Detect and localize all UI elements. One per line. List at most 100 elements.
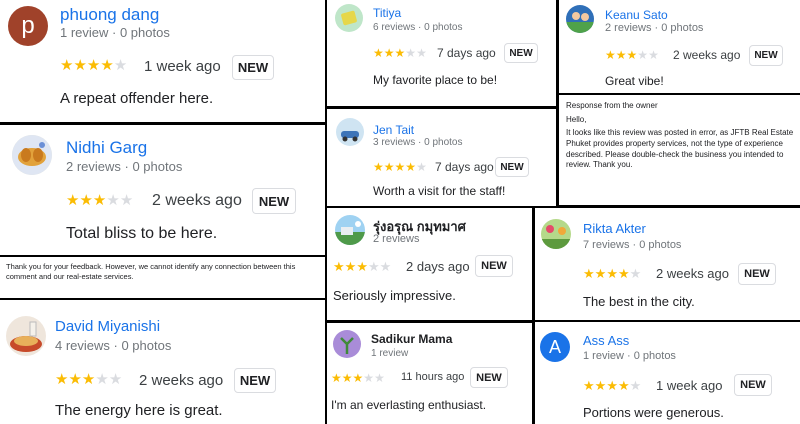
star-filled-icon: ★ bbox=[60, 57, 74, 74]
star-empty-icon: ★ bbox=[119, 192, 134, 209]
star-rating: ★★★★★ bbox=[60, 58, 127, 73]
review-card: David Miyanishi 4 reviews · 0 photos ★★★… bbox=[0, 300, 325, 424]
star-empty-icon: ★ bbox=[629, 378, 642, 393]
new-badge: NEW bbox=[252, 188, 296, 214]
new-badge: NEW bbox=[734, 374, 772, 396]
review-time: 2 days ago bbox=[406, 259, 470, 274]
review-card: Titiya 6 reviews · 0 photos ★★★★★ 7 days… bbox=[327, 0, 556, 106]
review-text: I'm an everlasting enthusiast. bbox=[331, 398, 487, 412]
star-empty-icon: ★ bbox=[416, 46, 427, 60]
reviewer-name[interactable]: Sadikur Mama bbox=[371, 332, 452, 346]
plant-avatar-icon[interactable] bbox=[333, 330, 361, 358]
reviewer-stats: 1 review bbox=[371, 348, 409, 359]
reviewer-stats: 2 reviews · 0 photos bbox=[66, 159, 183, 174]
star-filled-icon: ★ bbox=[333, 259, 345, 274]
new-badge: NEW bbox=[738, 263, 776, 285]
star-filled-icon: ★ bbox=[73, 57, 87, 74]
star-empty-icon: ★ bbox=[379, 259, 392, 274]
star-filled-icon: ★ bbox=[373, 160, 384, 174]
food-photo-icon[interactable] bbox=[6, 316, 46, 356]
reviewer-name[interactable]: Nidhi Garg bbox=[66, 138, 147, 158]
star-filled-icon: ★ bbox=[383, 46, 395, 60]
reviewer-name[interactable]: Titiya bbox=[373, 6, 401, 20]
new-badge: NEW bbox=[504, 43, 538, 63]
review-text: Worth a visit for the staff! bbox=[373, 184, 506, 198]
star-empty-icon: ★ bbox=[405, 46, 417, 60]
star-filled-icon: ★ bbox=[373, 46, 384, 60]
reviewer-name[interactable]: Jen Tait bbox=[373, 123, 414, 137]
review-card: Sadikur Mama 1 review ★★★★★ 11 hours ago… bbox=[327, 323, 532, 424]
review-time: 1 week ago bbox=[144, 58, 221, 75]
star-empty-icon: ★ bbox=[106, 192, 120, 209]
review-time: 2 weeks ago bbox=[673, 48, 741, 62]
star-filled-icon: ★ bbox=[341, 371, 353, 385]
review-text: Portions were generous. bbox=[583, 405, 724, 420]
review-card: Nidhi Garg 2 reviews · 0 photos ★★★★★ 2 … bbox=[0, 125, 325, 255]
reviewer-name[interactable]: Rikta Akter bbox=[583, 221, 646, 236]
star-empty-icon: ★ bbox=[416, 160, 427, 174]
star-rating: ★★★★★ bbox=[605, 49, 659, 61]
reviewer-stats: 2 reviews · 0 photos bbox=[605, 22, 704, 34]
reply-text: It looks like this review was posted in … bbox=[566, 128, 794, 170]
star-rating: ★★★★★ bbox=[373, 47, 427, 59]
reviewer-name[interactable]: phuong dang bbox=[60, 5, 159, 25]
star-filled-icon: ★ bbox=[86, 57, 101, 74]
review-card: Jen Tait 3 reviews · 0 photos ★★★★★ 7 da… bbox=[327, 109, 556, 206]
review-time: 2 weeks ago bbox=[656, 266, 729, 281]
star-empty-icon: ★ bbox=[374, 371, 385, 385]
new-badge: NEW bbox=[495, 157, 529, 177]
review-time: 7 days ago bbox=[435, 160, 494, 174]
reviewer-name[interactable]: David Miyanishi bbox=[55, 318, 160, 335]
star-filled-icon: ★ bbox=[583, 378, 595, 393]
star-filled-icon: ★ bbox=[605, 48, 616, 62]
star-filled-icon: ★ bbox=[394, 46, 406, 60]
review-time: 11 hours ago bbox=[401, 371, 465, 383]
reply-heading: Response from the owner bbox=[566, 101, 658, 110]
review-time: 2 weeks ago bbox=[139, 372, 224, 389]
star-filled-icon: ★ bbox=[331, 371, 342, 385]
star-filled-icon: ★ bbox=[356, 259, 368, 274]
review-time: 7 days ago bbox=[437, 46, 496, 60]
review-time: 2 weeks ago bbox=[152, 192, 242, 209]
star-filled-icon: ★ bbox=[594, 378, 607, 393]
new-badge: NEW bbox=[470, 367, 508, 388]
user-avatar[interactable]: p bbox=[8, 6, 48, 46]
review-text: A repeat offender here. bbox=[60, 90, 214, 107]
bread-photo-icon[interactable] bbox=[12, 135, 52, 175]
reviewer-name[interactable]: Keanu Sato bbox=[605, 8, 668, 22]
reviewer-stats: 6 reviews · 0 photos bbox=[373, 22, 463, 33]
star-empty-icon: ★ bbox=[367, 259, 380, 274]
car-avatar-icon[interactable] bbox=[336, 118, 364, 146]
garden-avatar-icon[interactable] bbox=[541, 219, 571, 249]
star-filled-icon: ★ bbox=[626, 48, 638, 62]
landscape-avatar-icon[interactable] bbox=[335, 215, 365, 245]
star-rating: ★★★★★ bbox=[583, 267, 641, 280]
new-badge: NEW bbox=[475, 255, 513, 277]
star-filled-icon: ★ bbox=[55, 371, 69, 388]
sticker-avatar-icon[interactable] bbox=[335, 4, 363, 32]
reviewer-stats: 7 reviews · 0 photos bbox=[583, 239, 682, 251]
review-text: Total bliss to be here. bbox=[66, 225, 218, 242]
star-filled-icon: ★ bbox=[344, 259, 357, 274]
review-time: 1 week ago bbox=[656, 378, 723, 393]
star-empty-icon: ★ bbox=[113, 57, 128, 74]
sports-avatar-icon[interactable] bbox=[566, 5, 594, 33]
review-text: My favorite place to be! bbox=[373, 73, 498, 87]
review-card: Rikta Akter 7 reviews · 0 photos ★★★★★ 2… bbox=[535, 208, 800, 320]
new-badge: NEW bbox=[234, 368, 276, 393]
star-filled-icon: ★ bbox=[92, 192, 107, 209]
star-empty-icon: ★ bbox=[363, 371, 375, 385]
reply-text: Thank you for your feedback. However, we… bbox=[6, 262, 296, 282]
star-rating: ★★★★★ bbox=[373, 161, 427, 173]
reviewer-name[interactable]: Ass Ass bbox=[583, 333, 629, 348]
reviewer-stats: 4 reviews · 0 photos bbox=[55, 338, 172, 353]
star-filled-icon: ★ bbox=[68, 371, 82, 388]
review-card: p phuong dang 1 review · 0 photos ★★★★★ … bbox=[0, 0, 325, 122]
star-filled-icon: ★ bbox=[79, 192, 93, 209]
user-avatar[interactable]: A bbox=[540, 332, 570, 362]
star-empty-icon: ★ bbox=[629, 266, 642, 281]
owner-reply: Thank you for your feedback. However, we… bbox=[0, 257, 325, 298]
star-rating: ★★★★★ bbox=[583, 379, 641, 392]
star-filled-icon: ★ bbox=[606, 266, 618, 281]
reviewer-stats: 3 reviews · 0 photos bbox=[373, 137, 463, 148]
